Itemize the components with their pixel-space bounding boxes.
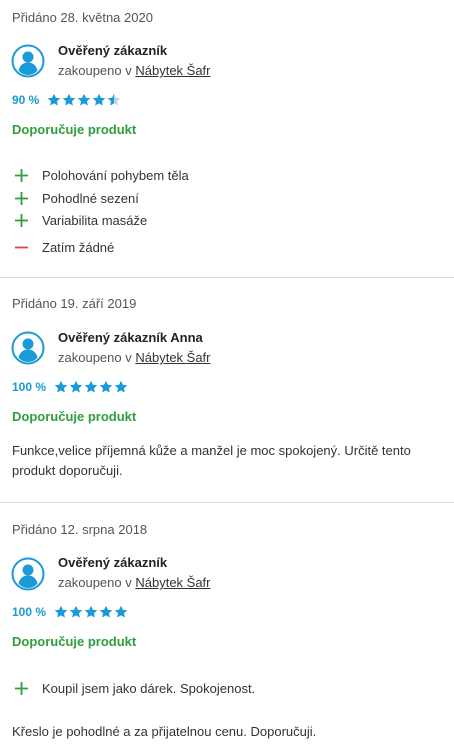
rating: 100 % <box>12 379 129 395</box>
rating-percent: 100 % <box>12 380 47 394</box>
recommend-label: Doporučuje produkt <box>12 409 137 424</box>
pro-item: Koupil jsem jako dárek. Spokojenost. <box>14 679 255 697</box>
star-icon <box>99 605 113 618</box>
review-divider <box>0 502 454 503</box>
review-date: Přidáno 12. srpna 2018 <box>12 522 148 537</box>
pro-item: Pohodlné sezení <box>14 189 139 207</box>
pro-text: Pohodlné sezení <box>42 190 139 206</box>
rating-percent: 90 % <box>12 93 40 107</box>
rating: 90 % <box>12 92 122 108</box>
review-date: Přidáno 19. září 2019 <box>12 296 137 311</box>
review-text: Funkce,velice příjemná kůže a manžel je … <box>12 443 411 478</box>
star-icon <box>99 380 113 393</box>
review-date: Přidáno 28. května 2020 <box>12 10 153 25</box>
star-rating <box>54 605 129 619</box>
star-icon <box>69 605 83 618</box>
star-icon <box>108 93 121 106</box>
purchase-info: zakoupeno v Nábytek Šafr <box>58 575 211 591</box>
rating: 100 % <box>12 604 129 620</box>
purchased-prefix: zakoupeno v <box>58 63 132 78</box>
pro-text: Variabilita masáže <box>42 212 148 228</box>
star-icon <box>114 380 128 393</box>
recommend-label: Doporučuje produkt <box>12 634 137 649</box>
shop-link[interactable]: Nábytek Šafr <box>135 350 210 365</box>
star-icon <box>78 93 91 106</box>
con-text: Zatím žádné <box>42 239 115 255</box>
review-divider <box>0 277 454 278</box>
purchased-prefix: zakoupeno v <box>58 575 132 590</box>
con-item: Zatím žádné <box>14 238 114 256</box>
purchase-info: zakoupeno v Nábytek Šafr <box>58 350 211 366</box>
star-icon <box>84 605 98 618</box>
review-text: Křeslo je pohodlné a za přijatelnou cenu… <box>12 724 317 739</box>
reviewer-name: Ověřený zákazník Anna <box>58 330 203 345</box>
rating-percent: 100 % <box>12 605 47 619</box>
purchased-prefix: zakoupeno v <box>58 350 132 365</box>
plus-icon <box>15 213 28 227</box>
user-avatar-icon <box>11 557 45 591</box>
pro-text: Koupil jsem jako dárek. Spokojenost. <box>42 680 256 696</box>
star-rating <box>54 380 129 394</box>
user-avatar-icon <box>11 44 45 78</box>
star-icon <box>48 93 61 106</box>
star-icon <box>54 605 68 618</box>
plus-icon <box>15 168 28 182</box>
star-icon <box>84 380 98 393</box>
plus-icon <box>15 191 28 205</box>
user-avatar-icon <box>11 331 45 365</box>
reviewer-name: Ověřený zákazník <box>58 555 168 570</box>
plus-icon <box>15 681 28 695</box>
star-icon <box>114 605 128 618</box>
pro-item: Polohování pohybem těla <box>14 166 189 184</box>
shop-link[interactable]: Nábytek Šafr <box>135 63 210 78</box>
reviewer-name: Ověřený zákazník <box>58 43 168 58</box>
purchase-info: zakoupeno v Nábytek Šafr <box>58 63 211 79</box>
star-icon <box>54 380 68 393</box>
star-icon <box>63 93 76 106</box>
recommend-label: Doporučuje produkt <box>12 122 137 137</box>
star-rating <box>47 93 122 107</box>
pro-text: Polohování pohybem těla <box>42 167 189 183</box>
star-icon <box>93 93 106 106</box>
pro-item: Variabilita masáže <box>14 211 147 229</box>
star-icon <box>69 380 83 393</box>
shop-link[interactable]: Nábytek Šafr <box>135 575 210 590</box>
minus-icon <box>15 246 28 248</box>
